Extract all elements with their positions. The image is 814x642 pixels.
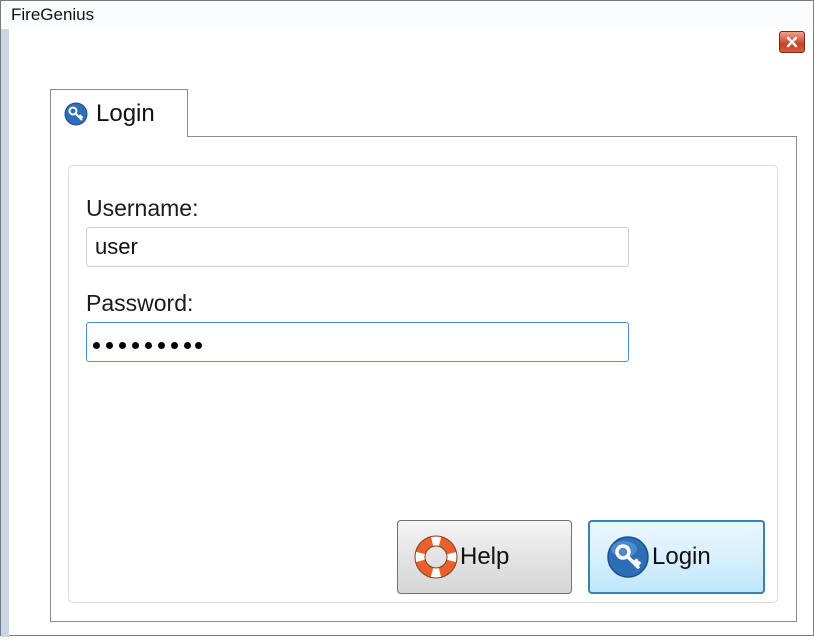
login-button-label: Login (652, 543, 711, 570)
close-button[interactable] (779, 31, 805, 53)
password-label: Password: (86, 290, 194, 316)
key-icon (64, 102, 88, 126)
key-icon (606, 535, 650, 579)
help-button[interactable]: Help (397, 520, 572, 594)
tab-login[interactable]: Login (50, 89, 188, 137)
close-icon (786, 36, 798, 48)
window-title: FireGenius (11, 5, 95, 24)
help-button-label: Help (460, 543, 510, 570)
password-field[interactable] (86, 322, 629, 362)
username-label: Username: (86, 195, 199, 221)
username-field[interactable] (86, 227, 629, 267)
lifebuoy-icon (414, 535, 458, 579)
window-left-edge (1, 1, 9, 637)
tab-login-label: Login (96, 99, 155, 127)
title-bar[interactable]: FireGenius (1, 1, 813, 30)
login-button[interactable]: Login (588, 520, 765, 594)
